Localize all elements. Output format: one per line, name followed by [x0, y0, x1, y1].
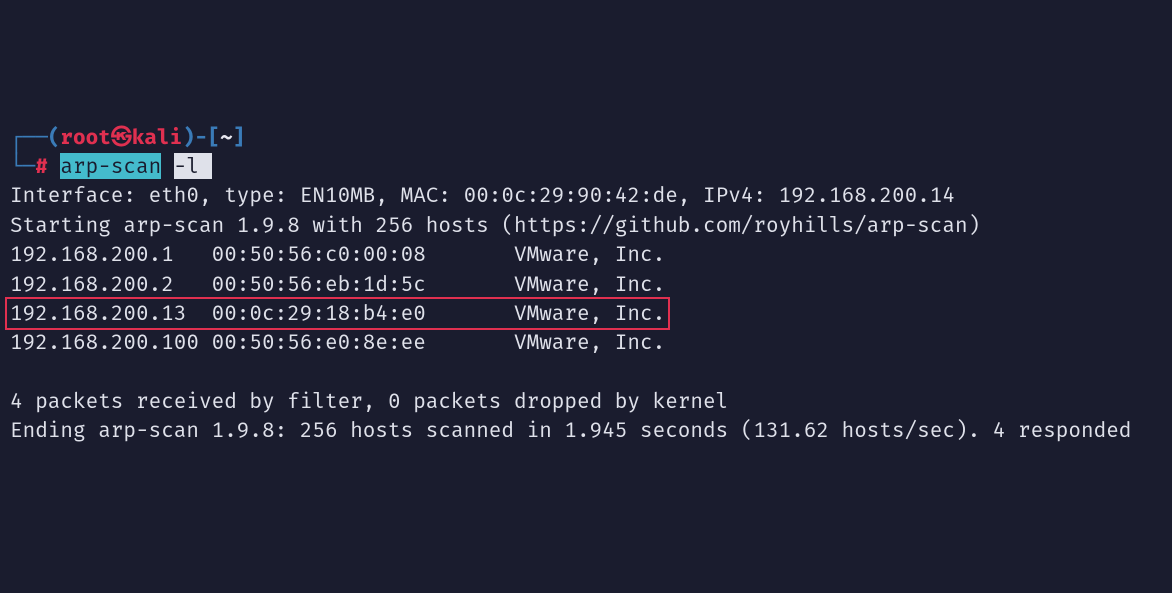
command-name: arp-scan	[60, 153, 161, 179]
output-starting: Starting arp-scan 1.9.8 with 256 hosts (…	[10, 212, 980, 238]
prompt-line1: ┌──(root㉿kali)-[~]	[10, 124, 245, 150]
bracket-open: [	[207, 124, 220, 150]
cursor	[199, 153, 212, 179]
prompt-line2: └─# arp-scan -l	[10, 153, 212, 179]
prompt-box-top: ┌──	[10, 124, 48, 150]
paren-open: (	[48, 124, 61, 150]
bracket-close: ]	[233, 124, 246, 150]
prompt-host: kali	[132, 124, 182, 150]
prompt-hash: #	[35, 153, 48, 179]
output-interface: Interface: eth0, type: EN10MB, MAC: 00:0…	[10, 182, 955, 208]
output-summary-ending: Ending arp-scan 1.9.8: 256 hosts scanned…	[10, 417, 1131, 443]
output-summary-packets: 4 packets received by filter, 0 packets …	[10, 388, 728, 414]
table-row: 192.168.200.1 00:50:56:c0:00:08 VMware, …	[10, 241, 665, 267]
prompt-user: root	[60, 124, 110, 150]
prompt-box-bottom: └─	[10, 153, 35, 179]
table-row: 192.168.200.100 00:50:56:e0:8e:ee VMware…	[10, 329, 665, 355]
terminal-output[interactable]: ┌──(root㉿kali)-[~] └─# arp-scan -l Inter…	[10, 123, 1162, 446]
table-row: 192.168.200.2 00:50:56:eb:1d:5c VMware, …	[10, 271, 665, 297]
prompt-symbol: ㉿	[111, 124, 132, 150]
paren-close: )	[182, 124, 195, 150]
command-arg: -l	[174, 153, 199, 179]
table-row: 192.168.200.13 00:0c:29:18:b4:e0 VMware,…	[10, 300, 665, 326]
prompt-dash: -	[195, 124, 208, 150]
highlighted-row: 192.168.200.13 00:0c:29:18:b4:e0 VMware,…	[5, 297, 670, 330]
prompt-cwd: ~	[220, 124, 233, 150]
